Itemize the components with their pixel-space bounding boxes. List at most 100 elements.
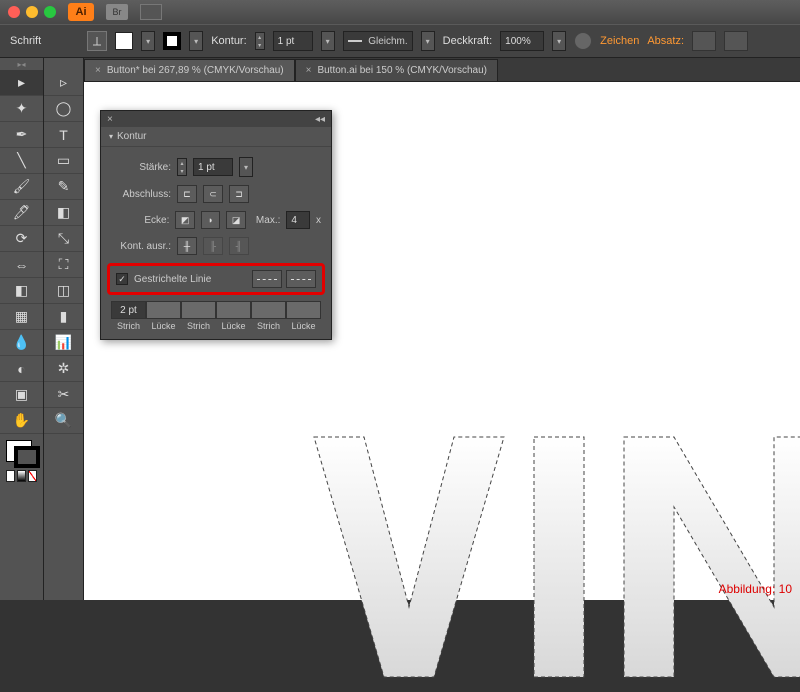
align-left-button[interactable]	[692, 31, 716, 51]
document-tab-bar: × Button* bei 267,89 % (CMYK/Vorschau) × B…	[0, 58, 800, 82]
line-tool[interactable]: ╲	[0, 148, 43, 174]
column-graph-tool[interactable]: 📊	[44, 330, 83, 356]
character-panel-link[interactable]: Zeichen	[600, 35, 639, 47]
text-orientation-icon[interactable]	[87, 31, 107, 51]
type-tool[interactable]: T	[44, 122, 83, 148]
rectangle-tool[interactable]: ▭	[44, 148, 83, 174]
stroke-panel: × ◂◂ ▾ Kontur Stärke: ▴▾ 1 pt ▾ Abschlus…	[100, 110, 332, 340]
zoom-tool[interactable]: 🔍	[44, 408, 83, 434]
lasso-tool[interactable]: ◯	[44, 96, 83, 122]
dash1-field[interactable]: 2 pt	[111, 301, 146, 319]
gap3-field[interactable]	[286, 301, 321, 319]
mesh-tool[interactable]: ▦	[0, 304, 43, 330]
close-panel-icon[interactable]: ×	[107, 114, 113, 125]
bridge-badge-icon[interactable]: Br	[106, 4, 128, 20]
document-tab[interactable]: × Button* bei 267,89 % (CMYK/Vorschau)	[84, 59, 295, 81]
free-transform-tool[interactable]: ⛶	[44, 252, 83, 278]
type-menu-label[interactable]: Schrift	[10, 35, 41, 47]
dash-align-button[interactable]	[286, 270, 316, 288]
weight-field[interactable]: 1 pt	[193, 158, 233, 176]
stroke-profile-arrow[interactable]: ▾	[421, 31, 435, 51]
cap-butt-button[interactable]: ⊏	[177, 185, 197, 203]
none-mode-button[interactable]	[28, 470, 37, 482]
dash-gap-row: 2 ptStrich Lücke Strich Lücke Strich Lüc…	[111, 301, 321, 333]
fill-dropdown[interactable]: ▾	[141, 31, 155, 51]
selection-tool[interactable]: ▸	[0, 70, 43, 96]
paragraph-panel-link[interactable]: Absatz:	[647, 35, 684, 47]
arrange-documents-button[interactable]	[140, 4, 162, 20]
shape-builder-tool[interactable]: ◧	[0, 278, 43, 304]
gradient-mode-button[interactable]	[17, 470, 26, 482]
align-outside-button[interactable]: ╢	[229, 237, 249, 255]
stroke-profile-dropdown[interactable]: Gleichm.	[343, 31, 413, 51]
gap1-field[interactable]	[146, 301, 181, 319]
limit-field[interactable]: 4	[286, 211, 310, 229]
dash2-field[interactable]	[181, 301, 216, 319]
blob-brush-tool[interactable]: 🖊	[0, 200, 43, 226]
weight-dropdown[interactable]: ▾	[239, 157, 253, 177]
dash-preserve-button[interactable]	[252, 270, 282, 288]
gap2-field[interactable]	[216, 301, 251, 319]
blend-tool[interactable]: ◐	[0, 356, 43, 382]
slice-tool[interactable]: ✂	[44, 382, 83, 408]
panel-collapse-icon[interactable]: ◂◂	[315, 114, 325, 125]
stroke-weight-field[interactable]: 1 pt	[273, 31, 313, 51]
figure-caption: Abbildung: 10	[719, 582, 792, 596]
close-tab-icon[interactable]: ×	[306, 65, 312, 76]
align-center-button[interactable]: ╫	[177, 237, 197, 255]
panel-header[interactable]: × ◂◂	[101, 111, 331, 127]
align-stroke-label: Kont. ausr.:	[111, 241, 171, 252]
document-tab[interactable]: × Button.ai bei 150 % (CMYK/Vorschau)	[295, 59, 498, 81]
stroke-color-swatch[interactable]	[14, 446, 40, 468]
gradient-tool[interactable]: ▮	[44, 304, 83, 330]
stroke-weight-dropdown[interactable]: ▾	[321, 31, 335, 51]
color-swatch-area	[0, 434, 43, 488]
fill-swatch[interactable]	[115, 32, 133, 50]
pen-tool[interactable]: ✒	[0, 122, 43, 148]
stroke-dropdown[interactable]: ▾	[189, 31, 203, 51]
corner-bevel-button[interactable]: ◪	[226, 211, 246, 229]
dashed-line-checkbox[interactable]: ✓	[116, 273, 128, 285]
window-titlebar: Ai Br	[0, 0, 800, 24]
dash3-label: Strich	[251, 319, 286, 333]
close-tab-icon[interactable]: ×	[95, 65, 101, 76]
weight-stepper[interactable]: ▴▾	[177, 158, 187, 176]
stroke-weight-stepper[interactable]: ▴▾	[255, 32, 265, 50]
app-logo-icon: Ai	[68, 3, 94, 21]
limit-suffix: x	[316, 215, 321, 226]
scale-tool[interactable]: ⤡	[44, 226, 83, 252]
magic-wand-tool[interactable]: ✦	[0, 96, 43, 122]
corner-miter-button[interactable]: ◩	[175, 211, 195, 229]
align-inside-button[interactable]: ╟	[203, 237, 223, 255]
color-mode-button[interactable]	[6, 470, 15, 482]
hand-tool[interactable]: ✋	[0, 408, 43, 434]
dash3-field[interactable]	[251, 301, 286, 319]
perspective-tool[interactable]: ◫	[44, 278, 83, 304]
direct-selection-tool[interactable]: ▹	[44, 70, 83, 96]
paintbrush-tool[interactable]: 🖌	[0, 174, 43, 200]
eyedropper-tool[interactable]: 💧	[0, 330, 43, 356]
pencil-tool[interactable]: ✎	[44, 174, 83, 200]
text-artwork[interactable]	[314, 437, 800, 677]
opacity-field[interactable]: 100%	[500, 31, 544, 51]
cap-round-button[interactable]: ⊂	[203, 185, 223, 203]
symbol-sprayer-tool[interactable]: ✲	[44, 356, 83, 382]
zoom-window-button[interactable]	[44, 6, 56, 18]
width-tool[interactable]: ⇔	[0, 252, 43, 278]
document-tab-label: Button* bei 267,89 % (CMYK/Vorschau)	[107, 65, 284, 76]
minimize-window-button[interactable]	[26, 6, 38, 18]
toolbar-grip-icon[interactable]: ▸◂	[0, 58, 43, 70]
stroke-swatch[interactable]	[163, 32, 181, 50]
align-center-button[interactable]	[724, 31, 748, 51]
dash2-label: Strich	[181, 319, 216, 333]
eraser-tool[interactable]: ◧	[44, 200, 83, 226]
cap-projecting-button[interactable]: ⊐	[229, 185, 249, 203]
recolor-icon[interactable]	[574, 32, 592, 50]
close-window-button[interactable]	[8, 6, 20, 18]
document-tab-label: Button.ai bei 150 % (CMYK/Vorschau)	[317, 65, 487, 76]
panel-tab[interactable]: ▾ Kontur	[101, 127, 331, 147]
corner-round-button[interactable]: ◗	[201, 211, 221, 229]
rotate-tool[interactable]: ⟳	[0, 226, 43, 252]
opacity-dropdown[interactable]: ▾	[552, 31, 566, 51]
artboard-tool[interactable]: ▣	[0, 382, 43, 408]
